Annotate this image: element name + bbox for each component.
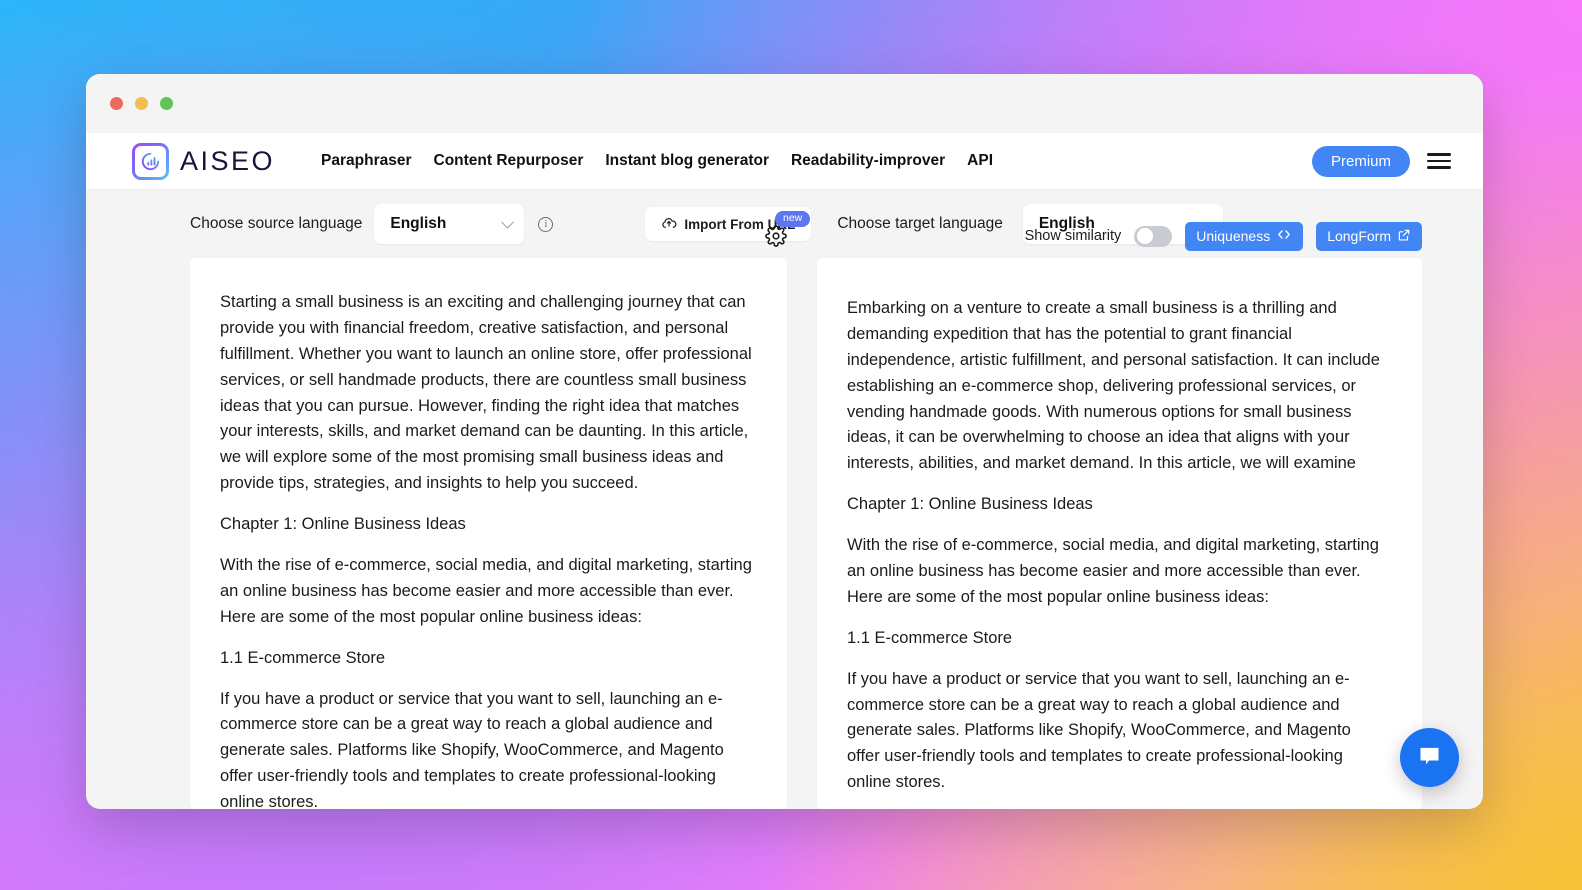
source-language-value: English <box>390 215 446 233</box>
source-language-label: Choose source language <box>190 215 362 233</box>
app-window: AISEO Paraphraser Content Repurposer Ins… <box>86 74 1483 809</box>
output-paragraph: Chapter 1: Online Business Ideas <box>847 492 1388 518</box>
source-paragraph: With the rise of e-commerce, social medi… <box>220 553 753 631</box>
source-paragraph: 1.1 E-commerce Store <box>220 646 753 672</box>
show-similarity-label: Show similarity <box>1025 228 1122 244</box>
nav-item-content-repurposer[interactable]: Content Repurposer <box>434 152 584 170</box>
source-text-content[interactable]: Starting a small business is an exciting… <box>190 258 787 809</box>
uniqueness-button[interactable]: Uniqueness <box>1185 222 1303 251</box>
nav-item-api[interactable]: API <box>967 152 993 170</box>
output-text-pane[interactable]: Show similarity Uniqueness LongForm <box>817 258 1422 809</box>
close-window-button[interactable] <box>110 97 123 110</box>
minimize-window-button[interactable] <box>135 97 148 110</box>
aiseo-logo-mark <box>132 143 169 180</box>
longform-label: LongForm <box>1327 228 1391 244</box>
toggle-knob <box>1137 228 1153 244</box>
site-header: AISEO Paraphraser Content Repurposer Ins… <box>86 133 1483 190</box>
output-paragraph: With the rise of e-commerce, social medi… <box>847 533 1388 611</box>
hamburger-icon[interactable] <box>1427 153 1451 169</box>
source-text-pane[interactable]: new Starting a small business is an exci… <box>190 258 787 809</box>
output-paragraph: Embarking on a venture to create a small… <box>847 296 1388 477</box>
source-paragraph: Starting a small business is an exciting… <box>220 290 753 497</box>
source-paragraph: If you have a product or service that yo… <box>220 687 753 809</box>
traffic-light-buttons <box>110 97 173 110</box>
header-actions: Premium <box>1312 146 1451 177</box>
upload-cloud-icon <box>661 215 677 234</box>
window-titlebar <box>86 74 1483 133</box>
target-language-label: Choose target language <box>837 215 1002 233</box>
main-navigation: Paraphraser Content Repurposer Instant b… <box>321 152 993 170</box>
chat-bubble-icon <box>1416 742 1443 774</box>
external-link-icon <box>1397 228 1411 245</box>
info-icon[interactable]: i <box>538 217 553 232</box>
source-language-select[interactable]: English <box>374 204 524 244</box>
premium-button[interactable]: Premium <box>1312 146 1410 177</box>
brand-logo[interactable]: AISEO <box>132 143 275 180</box>
chat-widget-button[interactable] <box>1400 728 1459 787</box>
uniqueness-label: Uniqueness <box>1196 228 1270 244</box>
gear-icon[interactable]: new <box>765 225 787 247</box>
output-pane-tools: Show similarity Uniqueness LongForm <box>1025 220 1422 252</box>
chevron-left-right-icon <box>1276 228 1292 244</box>
chevron-down-icon <box>501 216 514 229</box>
nav-item-instant-blog-generator[interactable]: Instant blog generator <box>605 152 769 170</box>
output-paragraph: If you have a product or service that yo… <box>847 667 1388 796</box>
show-similarity-toggle[interactable] <box>1134 226 1172 247</box>
output-paragraph: 1.1 E-commerce Store <box>847 626 1388 652</box>
new-badge: new <box>775 211 810 227</box>
maximize-window-button[interactable] <box>160 97 173 110</box>
nav-item-paraphraser[interactable]: Paraphraser <box>321 152 411 170</box>
chart-bars-icon <box>135 146 166 177</box>
source-pane-tools: new <box>765 220 787 252</box>
output-text-content[interactable]: Embarking on a venture to create a small… <box>817 258 1422 809</box>
source-paragraph: Chapter 1: Online Business Ideas <box>220 512 753 538</box>
editor-area: new Starting a small business is an exci… <box>86 258 1483 809</box>
brand-name: AISEO <box>180 146 275 177</box>
nav-item-readability-improver[interactable]: Readability-improver <box>791 152 945 170</box>
longform-button[interactable]: LongForm <box>1316 222 1422 251</box>
